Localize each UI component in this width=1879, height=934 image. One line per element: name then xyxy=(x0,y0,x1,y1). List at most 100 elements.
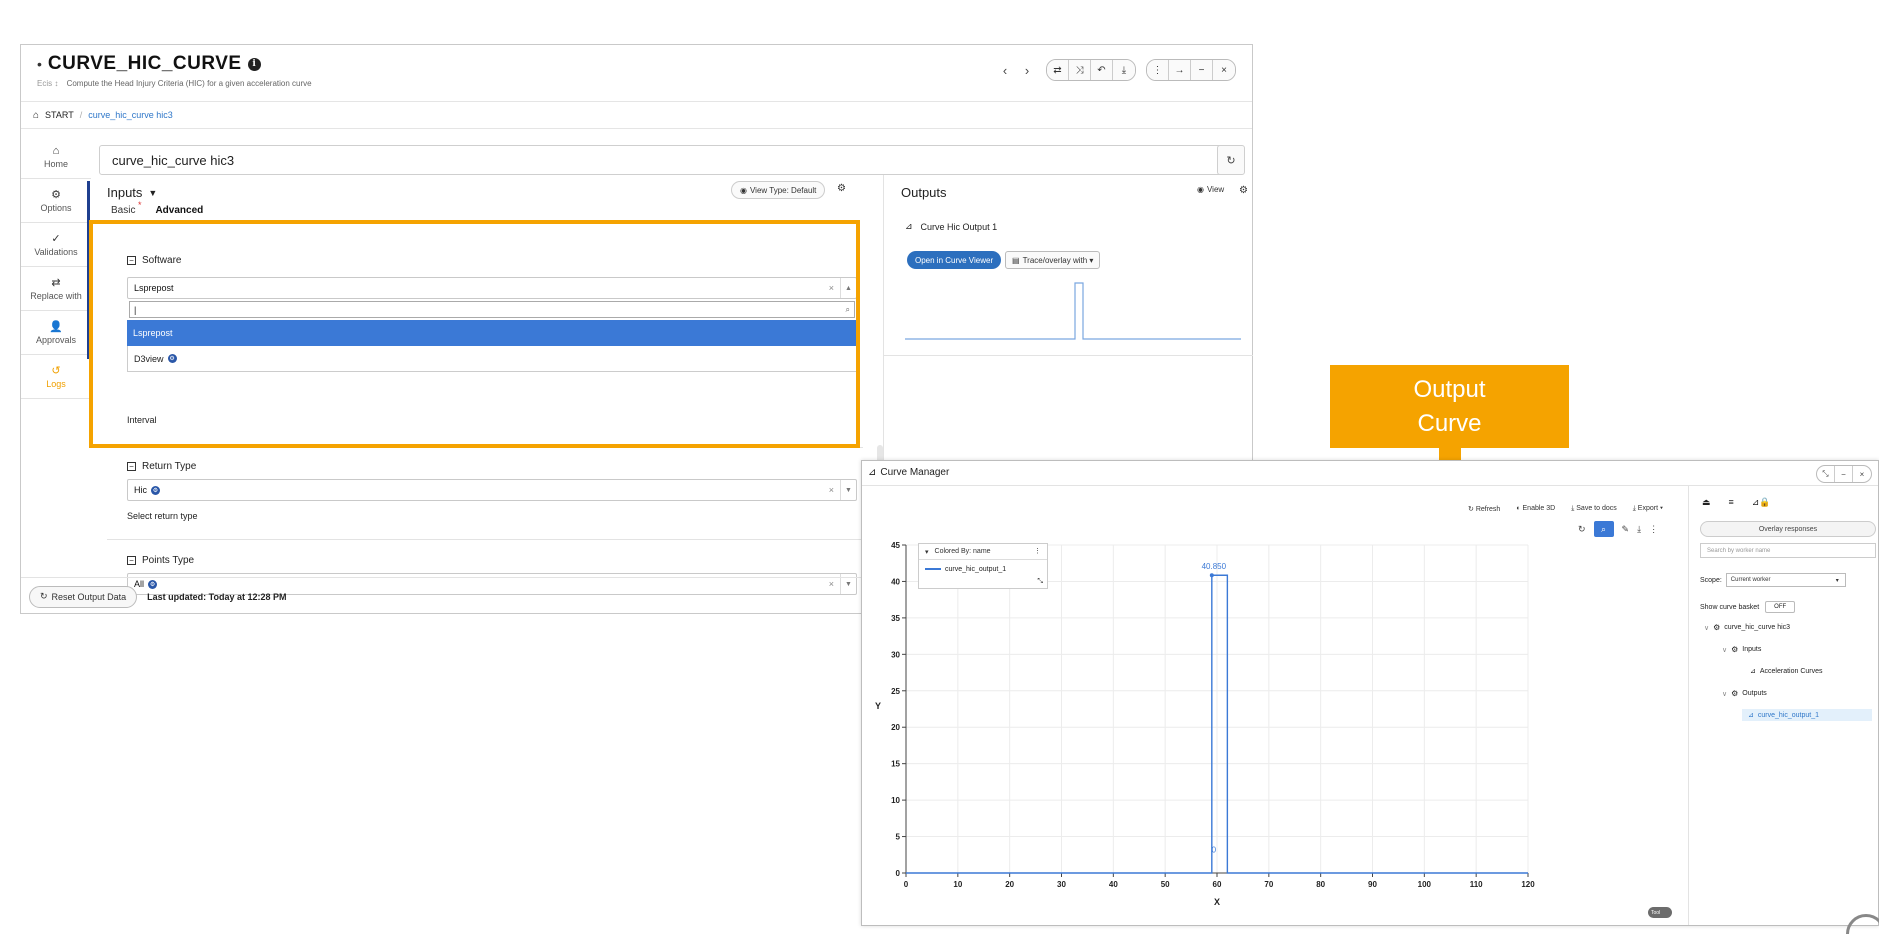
return-type-selected: Hic xyxy=(134,485,147,495)
tab-basic-label: Basic xyxy=(111,205,136,216)
points-type-section-header[interactable]: − Points Type xyxy=(127,555,194,566)
gear-icon[interactable]: ⚙ xyxy=(837,183,846,194)
x-tick-label: 20 xyxy=(1005,880,1014,889)
y-tick-label: 0 xyxy=(896,869,901,878)
input-tabs: Basic * Advanced xyxy=(111,200,203,216)
undo-icon[interactable]: ↶ xyxy=(1091,60,1113,80)
forward-icon[interactable]: → xyxy=(1169,60,1191,80)
sidebar-tabs: ⏏ ≡ ⊿🔒 xyxy=(1696,497,1771,508)
download-icon[interactable]: ⤓ xyxy=(1113,60,1135,80)
return-type-select[interactable]: Hic ⚙ × ▼ xyxy=(127,479,857,501)
open-curve-viewer-button[interactable]: Open in Curve Viewer xyxy=(907,251,1002,269)
overlay-responses-button[interactable]: Overlay responses xyxy=(1700,521,1876,537)
close-icon[interactable]: × xyxy=(1213,60,1235,80)
breadcrumb-current[interactable]: curve_hic_curve hic3 xyxy=(88,110,173,120)
clear-icon[interactable]: × xyxy=(829,485,834,495)
trace-overlay-button[interactable]: ▤ Trace/overlay with ▾ xyxy=(1005,251,1101,269)
basket-toggle[interactable]: OFF xyxy=(1765,601,1796,613)
line-chart-icon: ⊿ xyxy=(905,221,913,231)
nav-label: Options xyxy=(40,203,72,213)
refresh-icon[interactable]: ↻ xyxy=(1217,145,1245,175)
next-arrow-icon[interactable]: › xyxy=(1018,60,1036,80)
x-tick-label: 80 xyxy=(1316,880,1325,889)
title-row: • CURVE_HIC_CURVE i xyxy=(37,53,261,75)
y-tick-label: 30 xyxy=(891,650,900,659)
breadcrumb-separator: / xyxy=(79,110,83,120)
nav-item-replace-with[interactable]: ⇄ Replace with xyxy=(21,267,91,311)
tab-chart-lock-icon[interactable]: ⊿🔒 xyxy=(1752,497,1771,508)
output-curve-thumbnail[interactable] xyxy=(905,275,1241,345)
y-tick-label: 35 xyxy=(891,614,900,623)
minimize-icon[interactable]: − xyxy=(1835,466,1853,482)
x-tick-label: 30 xyxy=(1057,880,1066,889)
nav-item-logs[interactable]: ↺ Logs xyxy=(21,355,91,399)
swap-icon: ⇄ xyxy=(51,277,61,289)
worker-search-input[interactable]: Search by worker name xyxy=(1700,543,1876,558)
outputs-label: Outputs xyxy=(901,185,947,200)
chevron-down-icon[interactable]: ▾ xyxy=(925,548,929,556)
tree-inputs-label: Inputs xyxy=(1742,646,1762,653)
action-button-group: ⇄ ⤨ ↶ ⤓ xyxy=(1046,59,1136,81)
legend-colored-by: Colored By: name xyxy=(934,548,991,555)
legend-header: ▾ Colored By: name ⋮ xyxy=(919,544,1047,560)
shuffle-icon[interactable]: ⤨ xyxy=(1069,60,1091,80)
filter-icon[interactable]: ▼ xyxy=(148,188,157,198)
y-axis-label: Y xyxy=(875,701,881,711)
tab-tree-icon[interactable]: ⏏ xyxy=(1702,497,1711,508)
tree-root[interactable]: ∨ ⚙ curve_hic_curve hic3 xyxy=(1704,623,1790,632)
more-icon[interactable]: ⋮ xyxy=(1034,547,1041,555)
y-tick-label: 25 xyxy=(891,687,900,696)
curve-manager-window-buttons: ⤡ − × xyxy=(1816,465,1872,483)
chevron-down-icon[interactable]: ▼ xyxy=(840,480,856,500)
user-check-icon: 👤 xyxy=(49,321,63,333)
name-input[interactable]: curve_hic_curve hic3 xyxy=(99,145,1231,175)
curve-chart[interactable]: 0 10 20 30 40 50 60 70 80 90 100 110 120 0 5 10 15 20 25 30… xyxy=(862,461,1688,927)
outputs-view-button[interactable]: ◉ View xyxy=(1197,185,1224,194)
nav-item-options[interactable]: ⚙ Options xyxy=(21,179,91,223)
tree-outputs[interactable]: ∨ ⚙ Outputs xyxy=(1722,689,1767,698)
scope-select[interactable]: Current worker ▾ xyxy=(1725,573,1846,587)
home-icon[interactable]: ⌂ xyxy=(33,110,39,121)
reset-output-button[interactable]: ↻ Reset Output Data xyxy=(29,585,138,608)
tool-toggle-label: Tool xyxy=(1651,909,1661,916)
legend-series-name: curve_hic_output_1 xyxy=(945,565,1007,573)
tool-toggle[interactable]: Tool xyxy=(1648,907,1672,918)
unsaved-dot: • xyxy=(37,56,42,72)
y-tick-label: 10 xyxy=(891,796,900,805)
gear-icon[interactable]: ⚙ xyxy=(1239,185,1248,196)
resize-icon[interactable]: ⤡ xyxy=(1037,578,1043,586)
layers-icon: ▤ xyxy=(1012,255,1020,265)
view-type-button[interactable]: ◉ View Type: Default xyxy=(731,181,826,199)
tree-output-curve[interactable]: ⊿ curve_hic_output_1 xyxy=(1742,709,1872,721)
info-icon[interactable]: i xyxy=(247,57,261,71)
tree-inputs[interactable]: ∨ ⚙ Inputs xyxy=(1722,645,1761,654)
nav-label: Validations xyxy=(34,247,78,257)
nav-item-home[interactable]: ⌂ Home xyxy=(21,135,91,179)
chart-legend[interactable]: ▾ Colored By: name ⋮ curve_hic_output_1 … xyxy=(918,543,1048,589)
scope-value: Current worker xyxy=(1730,577,1771,583)
curve-manager-window: ⊿ Curve Manager ⤡ − × ↻ Refresh ◐ Enable… xyxy=(861,460,1879,926)
nav-item-approvals[interactable]: 👤 Approvals xyxy=(21,311,91,355)
tab-list-icon[interactable]: ≡ xyxy=(1729,497,1734,508)
swap-icon[interactable]: ⇄ xyxy=(1047,60,1069,80)
subtitle-tag[interactable]: Ecis ↕ xyxy=(37,79,58,88)
callout-line1: Output xyxy=(1413,375,1486,403)
tab-basic[interactable]: Basic * xyxy=(111,200,141,216)
output-curve-item[interactable]: ⊿ Curve Hic Output 1 xyxy=(905,221,997,232)
tree-input-curve[interactable]: ⊿ Acceleration Curves xyxy=(1750,667,1823,676)
x-tick-label: 0 xyxy=(904,880,909,889)
prev-arrow-icon[interactable]: ‹ xyxy=(996,60,1014,80)
nav-item-validations[interactable]: ✓ Validations xyxy=(21,223,91,267)
tab-advanced[interactable]: Advanced xyxy=(155,205,203,216)
minimize-icon[interactable]: − xyxy=(1191,60,1213,80)
return-type-section-header[interactable]: − Return Type xyxy=(127,461,196,472)
collapse-icon: − xyxy=(127,462,136,471)
x-tick-label: 60 xyxy=(1213,880,1222,889)
more-icon[interactable]: ⋮ xyxy=(1147,60,1169,80)
breadcrumb-start[interactable]: START xyxy=(45,110,74,120)
legend-entry[interactable]: curve_hic_output_1 xyxy=(919,560,1047,578)
page-title: CURVE_HIC_CURVE xyxy=(47,53,242,74)
shrink-icon[interactable]: ⤡ xyxy=(1817,466,1835,482)
x-axis-label: X xyxy=(1214,897,1220,907)
close-icon[interactable]: × xyxy=(1853,466,1871,482)
